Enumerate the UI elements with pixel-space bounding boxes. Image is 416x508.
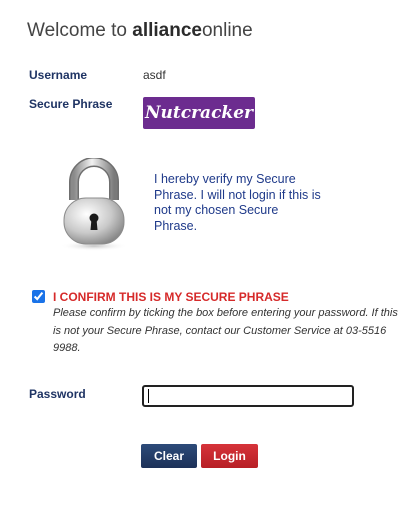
confirm-instructions: Please confirm by ticking the box before… (53, 307, 398, 354)
brand-rest: online (201, 20, 253, 41)
brand-bold: alliance (132, 20, 202, 41)
clear-button[interactable]: Clear (141, 444, 197, 468)
welcome-prefix: Welcome to (27, 20, 127, 41)
confirm-phrase-checkbox[interactable] (32, 290, 45, 303)
password-input[interactable] (142, 385, 354, 407)
padlock-icon (60, 158, 128, 251)
secure-phrase-value: Nutcracker (145, 103, 253, 123)
login-button[interactable]: Login (201, 444, 258, 468)
text-caret (148, 389, 149, 403)
confirm-phrase-label: I CONFIRM THIS IS MY SECURE PHRASE (53, 290, 289, 304)
username-label: Username (29, 68, 88, 82)
page-title: Welcome to allianceonline (27, 20, 253, 42)
secure-phrase-label: Secure Phrase (29, 97, 113, 111)
password-label: Password (29, 387, 86, 401)
verify-statement: I hereby verify my Secure Phrase. I will… (154, 172, 321, 233)
username-value: asdf (143, 68, 166, 82)
secure-phrase-badge: Nutcracker (143, 97, 255, 129)
